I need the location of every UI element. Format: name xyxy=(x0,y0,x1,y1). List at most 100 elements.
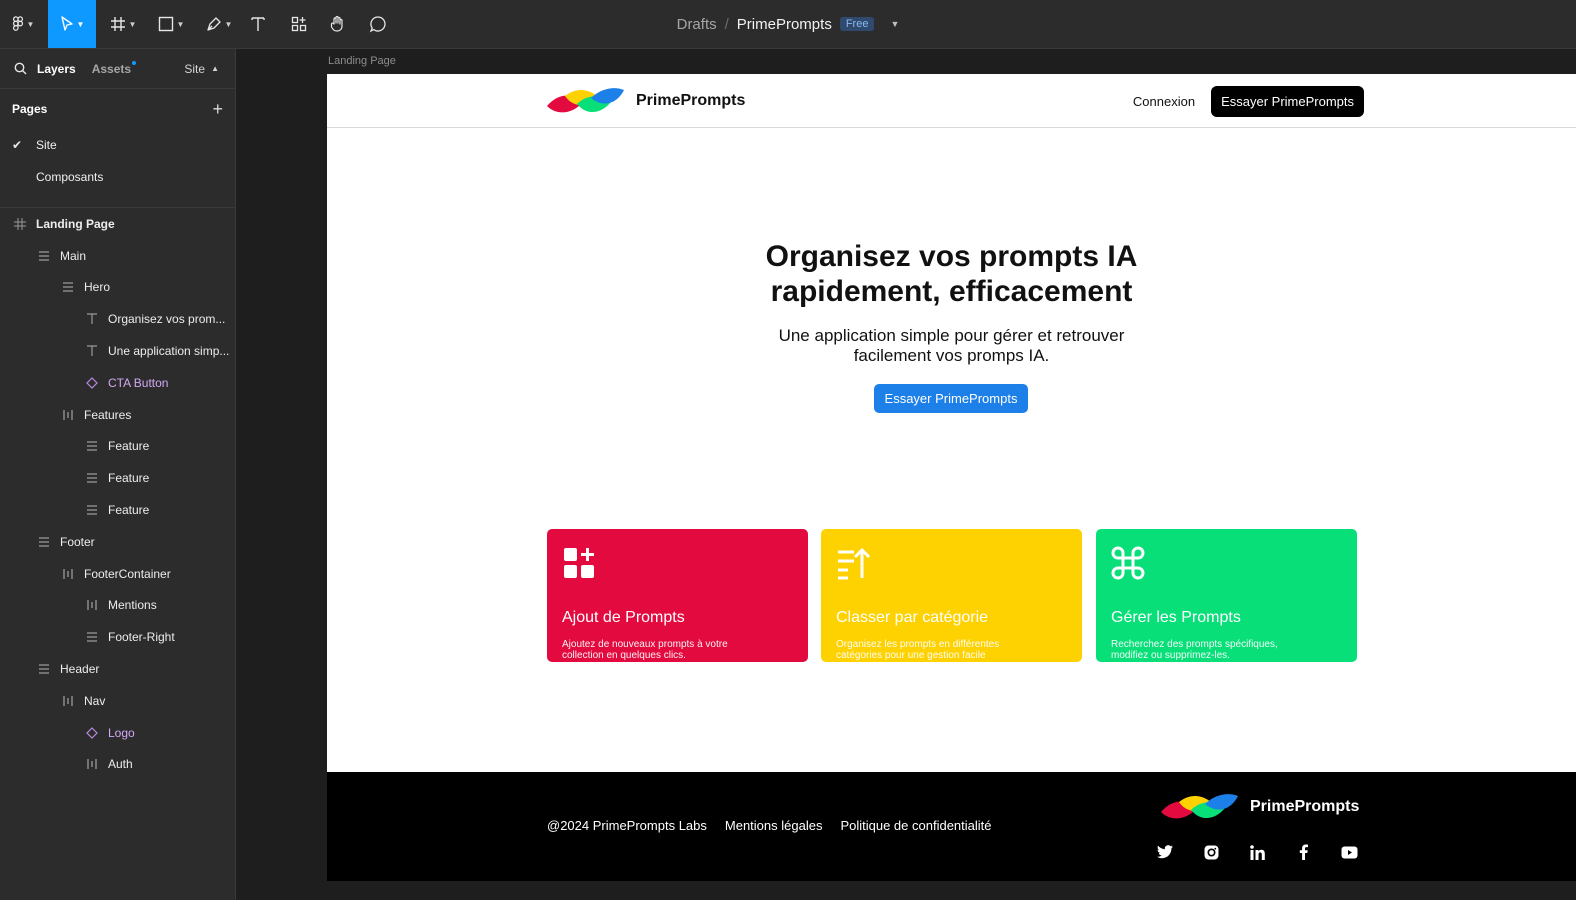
shape-tool-button[interactable]: ▼ xyxy=(152,0,190,48)
page-item-label: Composants xyxy=(36,170,104,184)
linkedin-icon[interactable] xyxy=(1247,842,1267,862)
component-instance-icon xyxy=(84,375,100,391)
feature-card-add[interactable]: Ajout de Prompts Ajoutez de nouveaux pro… xyxy=(547,529,808,662)
auto-layout-horizontal-icon xyxy=(60,566,76,582)
page-item-label: Site xyxy=(36,138,57,152)
grid-plus-icon xyxy=(564,548,594,578)
legal-link[interactable]: Mentions légales xyxy=(725,818,823,833)
move-tool-button[interactable]: ▼ xyxy=(48,0,96,48)
cta-button[interactable]: Essayer PrimePrompts xyxy=(874,384,1028,413)
breadcrumb-drafts[interactable]: Drafts xyxy=(677,16,717,33)
layer-label: Feature xyxy=(108,471,150,486)
instagram-icon[interactable] xyxy=(1201,842,1221,862)
pages-heading: Pages xyxy=(12,102,48,116)
layer-nav[interactable]: Nav xyxy=(0,685,235,717)
hand-icon xyxy=(330,15,343,32)
layer-header[interactable]: Header xyxy=(0,653,235,685)
auto-layout-horizontal-icon xyxy=(84,597,100,613)
privacy-link[interactable]: Politique de confidentialité xyxy=(840,818,991,833)
feature-card-sort[interactable]: Classer par catégorie Organisez les prom… xyxy=(821,529,1082,662)
page-selector[interactable]: Site ▲ xyxy=(184,62,219,76)
layer-hero-subtitle-text[interactable]: Une application simp... xyxy=(0,335,235,367)
auto-layout-vertical-icon xyxy=(84,470,100,486)
page-selector-label: Site xyxy=(184,61,206,76)
chevron-up-icon: ▲ xyxy=(211,64,219,73)
layer-landing-page[interactable]: Landing Page xyxy=(0,208,235,240)
try-button[interactable]: Essayer PrimePrompts xyxy=(1211,86,1364,117)
frame-tool-button[interactable]: ▼ xyxy=(104,0,142,48)
layer-hero-title-text[interactable]: Organisez vos prom... xyxy=(0,303,235,335)
layer-label: Mentions xyxy=(108,598,157,613)
layer-main[interactable]: Main xyxy=(0,240,235,272)
layer-footer-right[interactable]: Footer-Right xyxy=(0,621,235,653)
chevron-down-icon: ▼ xyxy=(224,19,233,29)
main-menu-button[interactable]: ▼ xyxy=(4,0,42,48)
notification-dot xyxy=(132,60,137,65)
layer-auth[interactable]: Auth xyxy=(0,749,235,781)
site-header: PrimePrompts Connexion Essayer PrimeProm… xyxy=(327,74,1576,128)
tab-assets[interactable]: Assets xyxy=(92,60,137,76)
add-page-icon[interactable]: + xyxy=(212,99,223,120)
twitter-icon[interactable] xyxy=(1155,842,1175,862)
hero-title-line-1: Organisez vos prompts IA xyxy=(765,240,1138,273)
facebook-icon[interactable] xyxy=(1293,842,1313,862)
layer-logo[interactable]: Logo xyxy=(0,717,235,749)
pen-icon xyxy=(206,17,221,31)
toolbar: ▼ ▼ ▼ ▼ ▼ Drafts / PrimePrompts Free ▼ xyxy=(0,0,1576,49)
text-icon xyxy=(84,343,100,359)
search-icon[interactable] xyxy=(14,62,27,75)
pen-tool-button[interactable]: ▼ xyxy=(200,0,238,48)
auto-layout-vertical-icon xyxy=(36,248,52,264)
canvas[interactable]: Landing Page PrimePrompts Connexion Essa… xyxy=(237,49,1576,900)
file-menu-chevron-icon[interactable]: ▼ xyxy=(890,19,899,29)
frame-icon xyxy=(12,216,28,232)
component-instance-icon xyxy=(84,725,100,741)
layer-footer[interactable]: Footer xyxy=(0,526,235,558)
hero-subtitle-line-2: facilement vos promps IA. xyxy=(853,346,1050,365)
chevron-down-icon: ▼ xyxy=(176,19,185,29)
figma-logo-icon xyxy=(12,16,23,31)
components-icon xyxy=(291,16,307,32)
layer-tree: Landing Page Main Hero Organisez vos pro… xyxy=(0,208,235,780)
footer-brand-logo[interactable]: PrimePrompts xyxy=(1161,792,1359,822)
text-tool-button[interactable] xyxy=(246,0,270,48)
brand-name: PrimePrompts xyxy=(636,92,746,109)
brand-logo[interactable]: PrimePrompts xyxy=(547,86,745,116)
auto-layout-horizontal-icon xyxy=(60,693,76,709)
layer-feature-3[interactable]: Feature xyxy=(0,494,235,526)
layer-label: Main xyxy=(60,248,87,263)
feature-title: Ajout de Prompts xyxy=(562,609,685,626)
layers-panel: Layers Assets Site ▲ Pages + ✔ Site Compo… xyxy=(0,49,236,900)
hand-tool-button[interactable] xyxy=(326,0,350,48)
landing-page-frame[interactable]: PrimePrompts Connexion Essayer PrimeProm… xyxy=(327,74,1576,881)
tab-layers[interactable]: Layers xyxy=(37,62,76,76)
layer-footer-container[interactable]: FooterContainer xyxy=(0,558,235,590)
layer-label: Footer xyxy=(60,534,95,549)
page-item-composants[interactable]: Composants xyxy=(0,161,235,193)
file-name[interactable]: PrimePrompts xyxy=(737,16,832,33)
copyright-text: @2024 PrimePrompts Labs xyxy=(547,818,707,833)
layer-label: Footer-Right xyxy=(108,630,175,645)
login-link[interactable]: Connexion xyxy=(1133,94,1195,109)
primeprompts-logo-icon xyxy=(1161,794,1238,819)
resources-button[interactable] xyxy=(287,0,311,48)
rectangle-icon xyxy=(158,16,173,32)
auto-layout-vertical-icon xyxy=(84,502,100,518)
layer-hero[interactable]: Hero xyxy=(0,272,235,304)
layer-label: Header xyxy=(60,662,100,677)
layer-feature-2[interactable]: Feature xyxy=(0,462,235,494)
auto-layout-horizontal-icon xyxy=(60,407,76,423)
layer-mentions[interactable]: Mentions xyxy=(0,590,235,622)
layer-cta-button[interactable]: CTA Button xyxy=(0,367,235,399)
frame-label[interactable]: Landing Page xyxy=(328,55,396,67)
layer-feature-1[interactable]: Feature xyxy=(0,431,235,463)
layer-label: Logo xyxy=(108,725,135,740)
chevron-down-icon: ▼ xyxy=(76,19,85,29)
comment-tool-button[interactable] xyxy=(366,0,390,48)
feature-card-manage[interactable]: Gérer les Prompts Recherchez des prompts… xyxy=(1096,529,1357,662)
layer-features[interactable]: Features xyxy=(0,399,235,431)
page-item-site[interactable]: ✔ Site xyxy=(0,129,235,161)
feature-description: Ajoutez de nouveaux prompts à votre coll… xyxy=(562,639,728,661)
youtube-icon[interactable] xyxy=(1339,842,1359,862)
layer-label: Feature xyxy=(108,439,150,454)
